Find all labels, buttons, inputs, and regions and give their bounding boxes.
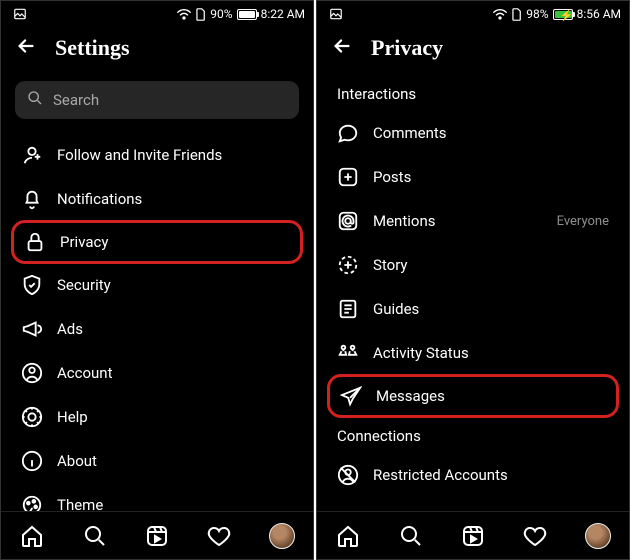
status-bar: 90% 8:22 AM (1, 1, 313, 27)
home-icon[interactable] (335, 523, 361, 549)
section-interactions: Interactions (319, 75, 627, 111)
menu-label: Activity Status (373, 344, 469, 362)
menu-security[interactable]: Security (3, 263, 311, 307)
guides-icon (337, 298, 359, 320)
menu-label: Guides (373, 300, 419, 318)
picture-icon (13, 7, 27, 21)
menu-messages[interactable]: Messages (327, 374, 619, 418)
privacy-list: Interactions Comments Posts Mentions Eve… (317, 75, 629, 511)
menu-label: Theme (57, 496, 103, 511)
clock: 8:22 AM (261, 7, 305, 21)
menu-restricted[interactable]: Restricted Accounts (319, 453, 627, 497)
menu-label: Comments (373, 124, 447, 142)
posts-icon (337, 166, 359, 188)
menu-label: Privacy (60, 233, 108, 251)
comment-icon (337, 122, 359, 144)
menu-value: Everyone (557, 214, 609, 229)
menu-guides[interactable]: Guides (319, 287, 627, 331)
search-icon (27, 90, 43, 110)
info-icon (21, 450, 43, 472)
menu-label: Restricted Accounts (373, 466, 508, 484)
menu-follow-invite[interactable]: Follow and Invite Friends (3, 133, 311, 177)
shield-icon (21, 274, 43, 296)
heart-icon[interactable] (206, 523, 232, 549)
account-icon (21, 362, 43, 384)
menu-mentions[interactable]: Mentions Everyone (319, 199, 627, 243)
messages-icon (340, 385, 362, 407)
menu-label: Messages (376, 387, 445, 405)
home-icon[interactable] (19, 523, 45, 549)
bottom-nav (1, 511, 313, 559)
help-icon (21, 406, 43, 428)
header: Settings (1, 27, 313, 75)
menu-label: Security (57, 276, 111, 294)
megaphone-icon (21, 318, 43, 340)
menu-label: Story (373, 256, 408, 274)
menu-comments[interactable]: Comments (319, 111, 627, 155)
theme-icon (21, 494, 43, 511)
battery-pct: 90% (210, 7, 232, 21)
menu-activity-status[interactable]: Activity Status (319, 331, 627, 375)
search-nav-icon[interactable] (82, 523, 108, 549)
menu-privacy[interactable]: Privacy (11, 220, 303, 264)
back-icon[interactable] (331, 35, 353, 61)
menu-label: Mentions (373, 212, 435, 230)
battery-pct: 98% (526, 7, 548, 21)
status-bar: 98% ⚡ 8:56 AM (317, 1, 629, 27)
mentions-icon (337, 210, 359, 232)
menu-label: Follow and Invite Friends (57, 146, 222, 164)
reels-icon[interactable] (460, 523, 486, 549)
phone-privacy: 98% ⚡ 8:56 AM Privacy Interactions Comme… (316, 0, 630, 560)
story-icon (337, 254, 359, 276)
profile-avatar[interactable] (585, 523, 611, 549)
picture-icon (329, 7, 343, 21)
menu-story[interactable]: Story (319, 243, 627, 287)
menu-ads[interactable]: Ads (3, 307, 311, 351)
battery-icon (237, 9, 257, 20)
activity-icon (337, 342, 359, 364)
menu-label: Account (57, 364, 113, 382)
heart-icon[interactable] (522, 523, 548, 549)
battery-icon: ⚡ (553, 9, 573, 20)
section-connections: Connections (319, 417, 627, 453)
sim-icon (512, 8, 522, 21)
page-title: Privacy (371, 35, 443, 61)
menu-about[interactable]: About (3, 439, 311, 483)
reels-icon[interactable] (144, 523, 170, 549)
wifi-icon (176, 8, 192, 20)
menu-label: About (57, 452, 97, 470)
follow-invite-icon (21, 144, 43, 166)
settings-list: Search Follow and Invite Friends Notific… (1, 75, 313, 511)
search-nav-icon[interactable] (398, 523, 424, 549)
menu-label: Posts (373, 168, 411, 186)
clock: 8:56 AM (577, 7, 621, 21)
restricted-icon (337, 464, 359, 486)
menu-label: Notifications (57, 190, 142, 208)
menu-theme[interactable]: Theme (3, 483, 311, 511)
lock-icon (24, 231, 46, 253)
menu-label: Help (57, 408, 88, 426)
back-icon[interactable] (15, 35, 37, 61)
page-title: Settings (55, 35, 130, 61)
phone-settings: 90% 8:22 AM Settings Search Follow and I… (0, 0, 314, 560)
menu-notifications[interactable]: Notifications (3, 177, 311, 221)
menu-label: Ads (57, 320, 83, 338)
menu-account[interactable]: Account (3, 351, 311, 395)
bottom-nav (317, 511, 629, 559)
bell-icon (21, 188, 43, 210)
wifi-icon (492, 8, 508, 20)
search-placeholder: Search (53, 91, 99, 109)
menu-help[interactable]: Help (3, 395, 311, 439)
header: Privacy (317, 27, 629, 75)
menu-posts[interactable]: Posts (319, 155, 627, 199)
search-input[interactable]: Search (15, 81, 299, 119)
profile-avatar[interactable] (269, 523, 295, 549)
sim-icon (196, 8, 206, 21)
